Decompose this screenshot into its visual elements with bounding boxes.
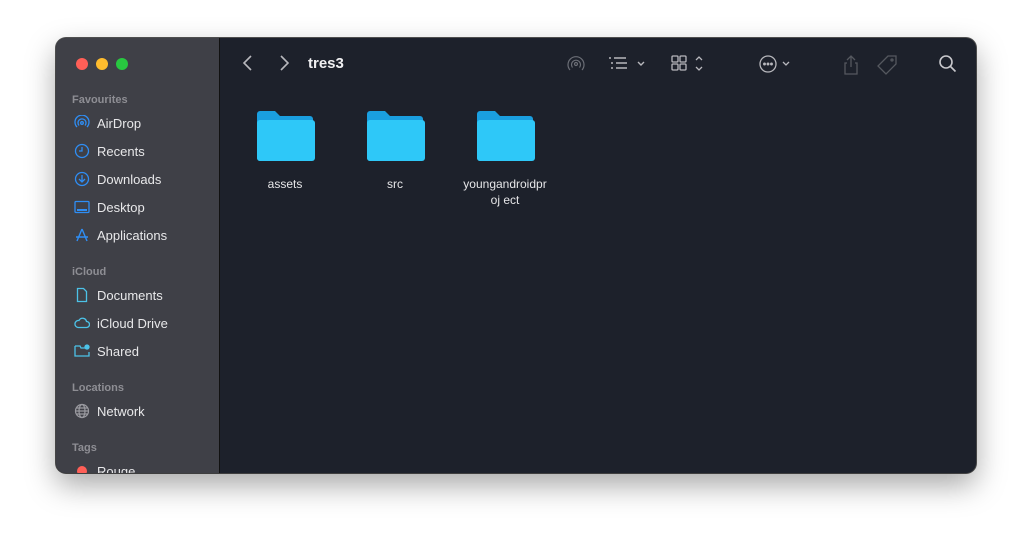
globe-icon [74, 403, 90, 419]
section-favourites: Favourites [72, 94, 128, 106]
sidebar-item-desktop[interactable]: Desktop [74, 199, 145, 215]
finder-window: Favourites AirDrop Recents Downloads Des… [56, 38, 976, 473]
folder-icon [257, 111, 315, 161]
sidebar-item-shared[interactable]: Shared [74, 343, 139, 359]
share-button[interactable] [842, 54, 860, 76]
desktop-icon [74, 200, 90, 214]
sidebar-item-network[interactable]: Network [74, 403, 145, 419]
sidebar-item-documents[interactable]: Documents [74, 287, 163, 303]
back-button[interactable] [240, 54, 256, 72]
folder-icon [477, 111, 535, 161]
folder-name: youngandroidproj ect [463, 177, 547, 207]
download-icon [74, 171, 90, 187]
section-tags: Tags [72, 442, 97, 454]
traffic-lights [76, 58, 128, 70]
grid-view-button[interactable] [670, 54, 710, 74]
sidebar-item-recents[interactable]: Recents [74, 143, 145, 159]
sidebar-item-airdrop[interactable]: AirDrop [74, 115, 141, 131]
list-view-menu-button[interactable] [608, 54, 648, 74]
applications-icon [76, 228, 88, 242]
minimize-button[interactable] [96, 58, 108, 70]
airdrop-icon [74, 115, 90, 128]
folder-item[interactable]: youngandroidproj ect [455, 110, 555, 208]
section-locations: Locations [72, 382, 124, 394]
folder-name: assets [267, 177, 303, 191]
window-title: tres3 [308, 55, 344, 72]
folder-name: src [387, 177, 403, 191]
shared-folder-icon [74, 344, 90, 357]
search-button[interactable] [938, 54, 958, 74]
content-area: tres3 assets src youngandroidproj ect [220, 38, 976, 473]
zoom-button[interactable] [116, 58, 128, 70]
sidebar-item-tag-rouge[interactable]: Rouge [74, 463, 135, 473]
airdrop-icon[interactable] [566, 54, 586, 74]
more-actions-button[interactable] [758, 54, 798, 74]
sidebar-item-downloads[interactable]: Downloads [74, 171, 161, 187]
folder-icon [367, 111, 425, 161]
sidebar-item-icloud-drive[interactable]: iCloud Drive [74, 315, 168, 331]
sidebar-item-applications[interactable]: Applications [74, 227, 167, 243]
clock-icon [74, 143, 90, 159]
folder-item[interactable]: src [345, 110, 445, 192]
tag-button[interactable] [876, 54, 898, 76]
document-icon [76, 287, 88, 303]
forward-button[interactable] [276, 54, 292, 72]
sidebar: Favourites AirDrop Recents Downloads Des… [56, 38, 220, 473]
cloud-icon [74, 317, 90, 329]
folder-item[interactable]: assets [235, 110, 335, 192]
section-icloud: iCloud [72, 266, 107, 278]
close-button[interactable] [76, 58, 88, 70]
tag-dot-icon [77, 466, 87, 473]
